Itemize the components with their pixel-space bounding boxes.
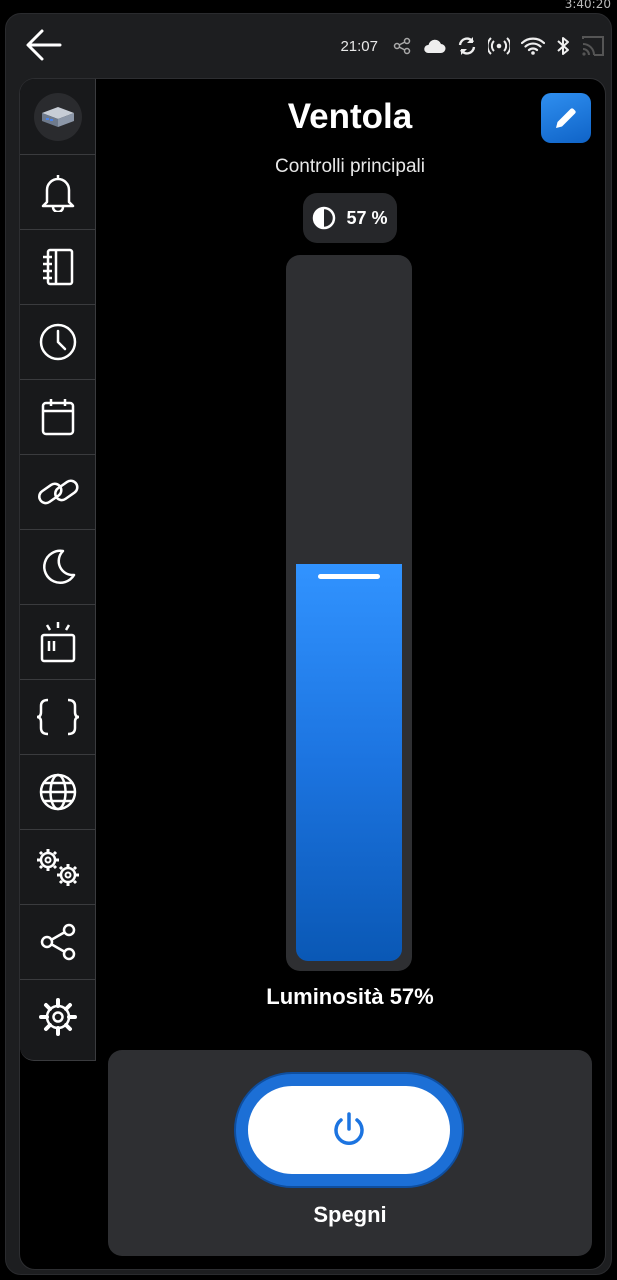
sidebar-item-web[interactable]: [20, 754, 96, 829]
pencil-icon: [556, 108, 576, 128]
sidebar-item-share[interactable]: [20, 904, 96, 979]
sidebar-item-night[interactable]: [20, 529, 96, 604]
settings-icon: [39, 998, 77, 1036]
arrow-left-icon: [26, 29, 62, 61]
brightness-chip-value: 57 %: [346, 207, 388, 228]
brightness-slider[interactable]: [286, 255, 412, 971]
sidebar-item-advanced[interactable]: [20, 829, 96, 904]
brightness-slider-fill: [296, 564, 402, 961]
clock-icon: [39, 323, 77, 361]
sync-icon: [458, 37, 476, 55]
power-button[interactable]: [236, 1074, 462, 1186]
device-panel: Ventola Controlli principali 57 % Lumino…: [19, 78, 606, 1270]
share-icon: [393, 37, 411, 55]
contrast-icon: [313, 206, 336, 230]
top-bar: 21:07: [6, 14, 611, 74]
page-subtitle: Controlli principali: [275, 156, 425, 177]
sidebar: [20, 79, 96, 1061]
brightness-chip: 57 %: [303, 193, 397, 243]
code-braces-icon: [36, 698, 80, 736]
bell-icon: [41, 175, 75, 212]
corner-clock: 3:40:20: [564, 0, 611, 11]
sidebar-item-history[interactable]: [20, 304, 96, 379]
sidebar-item-settings[interactable]: [20, 979, 96, 1054]
hotspot-icon: [488, 37, 510, 55]
globe-icon: [39, 773, 77, 811]
cloud-icon: [424, 39, 446, 53]
brightness-slider-handle[interactable]: [318, 574, 380, 580]
moon-icon: [43, 549, 76, 585]
sidebar-item-links[interactable]: [20, 454, 96, 529]
sidebar-item-notifications[interactable]: [20, 154, 96, 229]
sidebar-item-code[interactable]: [20, 679, 96, 754]
cast-icon: [582, 36, 604, 56]
power-card: Spegni: [108, 1050, 592, 1256]
sidebar-item-alarm[interactable]: [20, 604, 96, 679]
brightness-label: Luminosità 57%: [266, 984, 434, 1009]
bluetooth-icon: [557, 37, 569, 55]
status-bar: 21:07: [340, 34, 605, 58]
device-icon: [42, 107, 74, 127]
notebook-icon: [43, 248, 74, 286]
share-icon: [40, 923, 76, 961]
device-avatar[interactable]: [34, 93, 82, 141]
link-icon: [38, 479, 79, 505]
power-label: Spegni: [313, 1202, 387, 1227]
app-frame: 21:07 Ventola Controlli principali 57 % …: [5, 13, 612, 1275]
edit-button[interactable]: [541, 93, 591, 143]
cogs-icon: [37, 849, 79, 886]
power-icon: [334, 1112, 364, 1145]
calendar-icon: [41, 399, 75, 436]
alarm-light-icon: [40, 622, 76, 663]
back-button[interactable]: [24, 28, 64, 62]
sidebar-item-calendar[interactable]: [20, 379, 96, 454]
wifi-icon: [521, 37, 545, 55]
page-title: Ventola: [287, 97, 413, 136]
status-time: 21:07: [340, 37, 378, 55]
sidebar-item-notebook[interactable]: [20, 229, 96, 304]
